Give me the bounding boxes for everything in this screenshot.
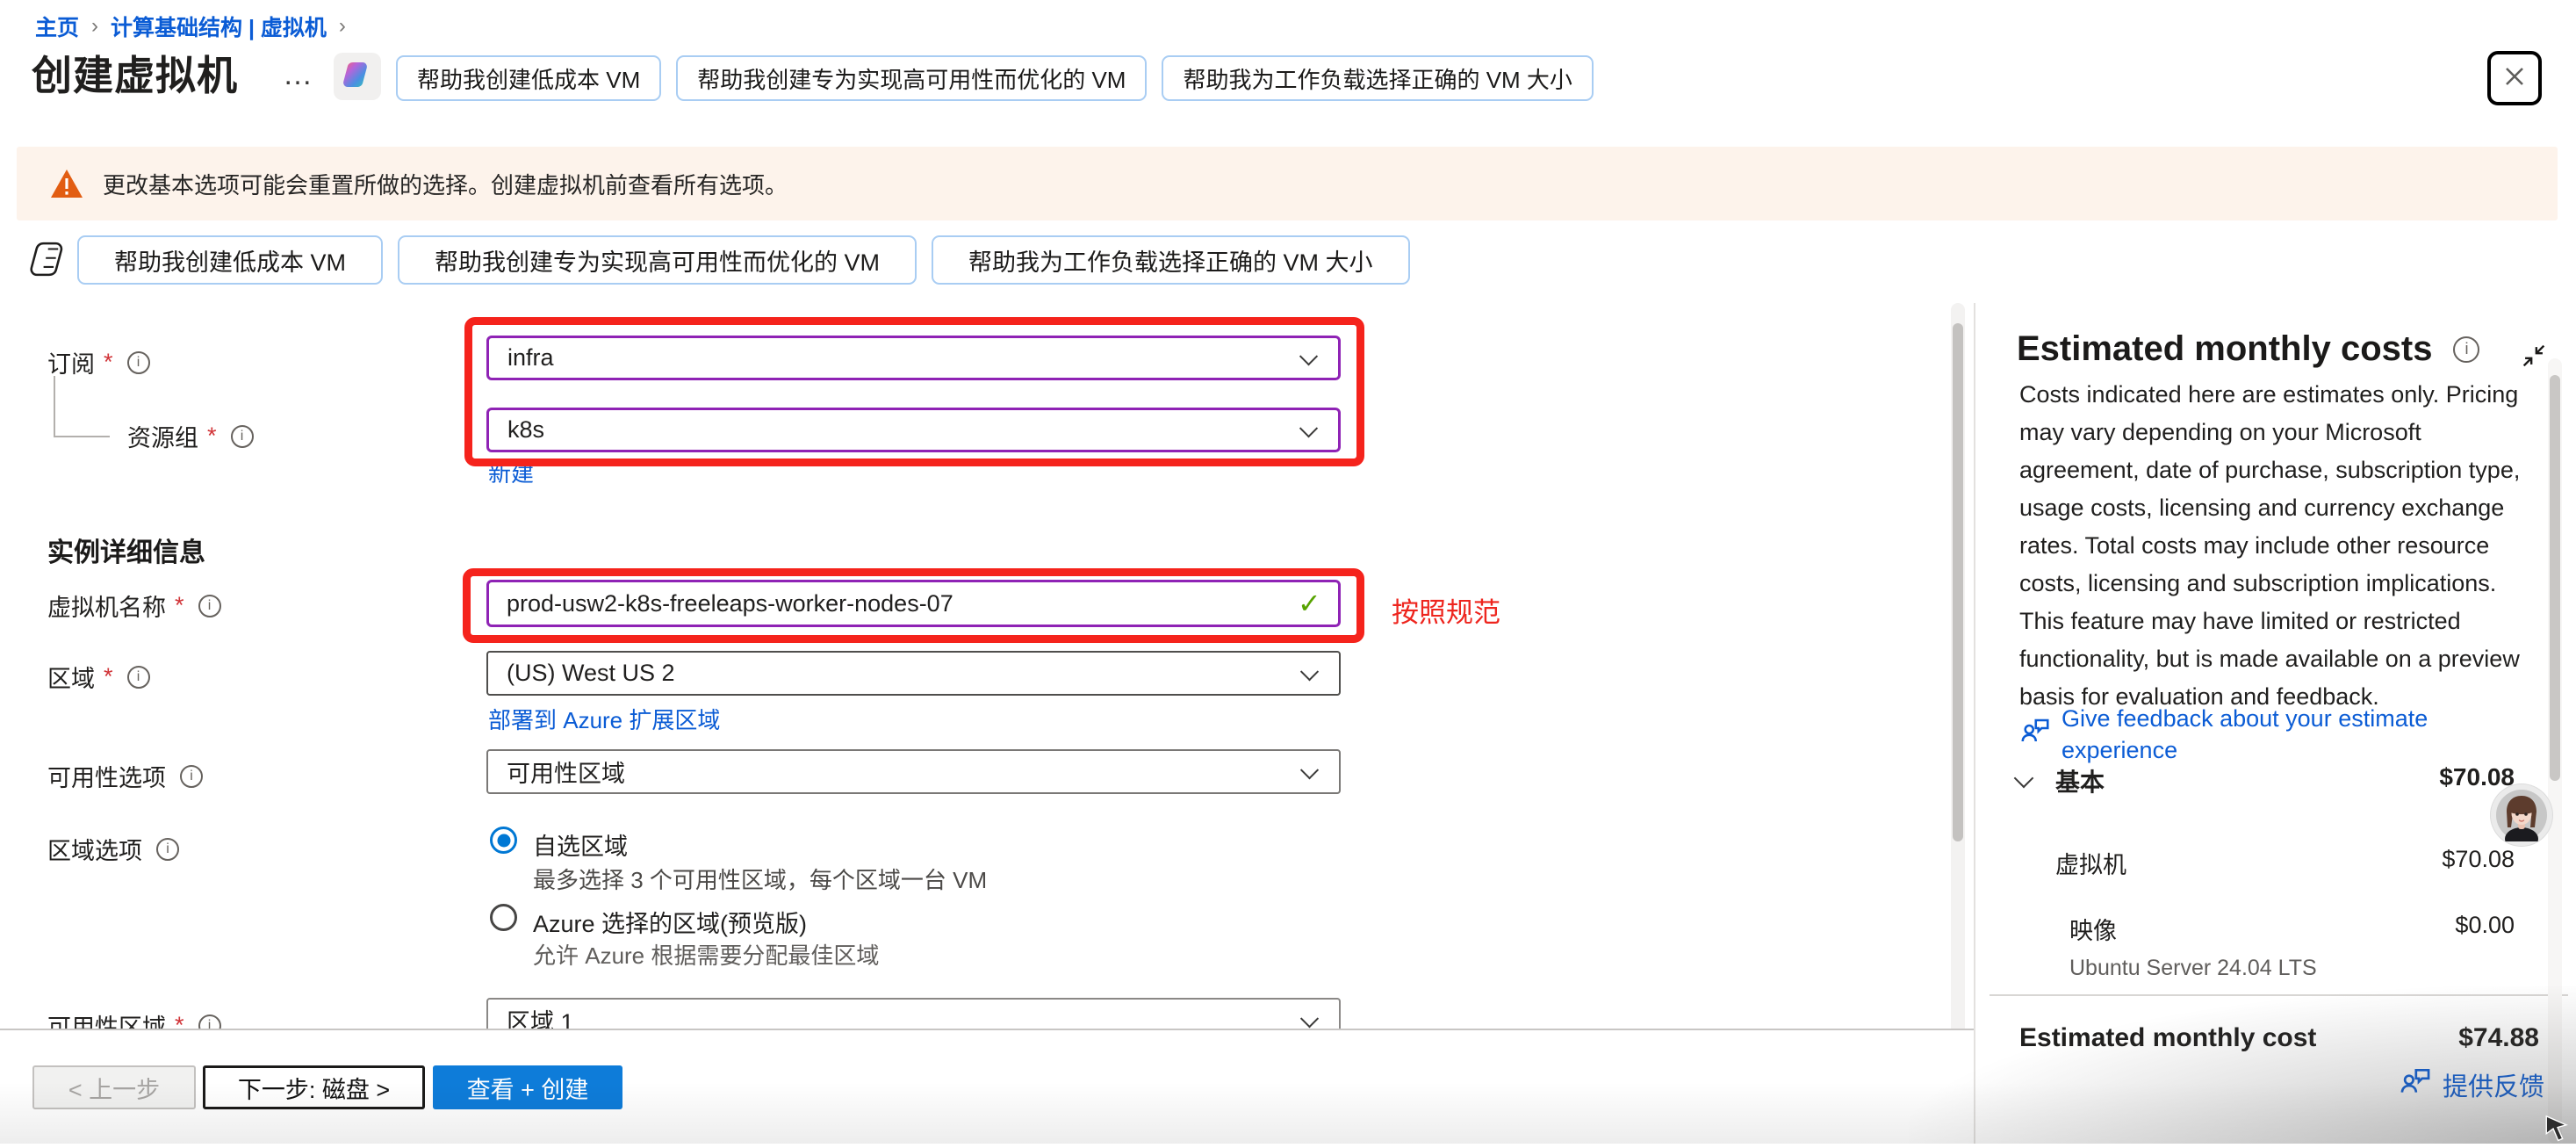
wizard-footer: < 上一步 下一步: 磁盘 > 查看 + 创建	[0, 1029, 1974, 1144]
chevron-down-icon	[1299, 347, 1318, 365]
valid-check-icon: ✓	[1298, 587, 1321, 620]
suggestion-low-cost-vm[interactable]: 帮助我创建低成本 VM	[396, 55, 661, 101]
chevron-down-icon[interactable]	[2014, 769, 2034, 789]
cost-item-vm-value: $70.08	[2442, 846, 2515, 873]
info-icon[interactable]	[2453, 336, 2479, 363]
copilot-suggestions-top: 帮助我创建低成本 VM 帮助我创建专为实现高可用性而优化的 VM 帮助我为工作负…	[396, 55, 1594, 101]
cost-total-label: Estimated monthly cost	[2019, 1023, 2316, 1053]
cost-total-value: $74.88	[2458, 1023, 2539, 1053]
instance-details-section-header: 实例详细信息	[47, 531, 205, 569]
close-button[interactable]	[2487, 51, 2542, 105]
cost-group-basic-label: 基本	[2055, 763, 2105, 798]
suggestion-right-vm-size[interactable]: 帮助我为工作负载选择正确的 VM 大小	[1162, 55, 1593, 101]
breadcrumb-home[interactable]: 主页	[35, 11, 79, 42]
feedback-icon	[2399, 1065, 2432, 1105]
copilot-badge-button[interactable]	[334, 53, 381, 100]
radio-self-selected-zones[interactable]	[490, 827, 517, 854]
zone-options-label: 区域选项	[47, 832, 179, 866]
availability-options-dropdown[interactable]: 可用性区域	[486, 749, 1341, 794]
collapse-panel-icon[interactable]	[2519, 341, 2549, 371]
cost-total-divider	[1990, 994, 2568, 996]
region-dropdown[interactable]: (US) West US 2	[486, 651, 1341, 696]
estimate-feedback-link[interactable]: Give feedback about your estimate experi…	[2019, 703, 2511, 766]
required-asterisk: *	[175, 592, 184, 619]
radio-azure-selected-zones-label: Azure 选择的区域(预览版)	[533, 905, 807, 939]
breadcrumb-separator: ›	[339, 14, 346, 39]
annotation-text-naming-convention: 按照规范	[1392, 590, 1500, 630]
feedback-icon	[2019, 715, 2051, 747]
cost-disclaimer-text: Costs indicated here are estimates only.…	[2019, 376, 2546, 716]
warning-icon	[50, 169, 83, 199]
chevron-down-icon	[1300, 662, 1319, 681]
vm-name-label: 虚拟机名称*	[47, 588, 221, 623]
info-icon[interactable]	[127, 351, 150, 374]
copilot-icon	[342, 59, 373, 95]
give-feedback-link[interactable]: 提供反馈	[2399, 1065, 2544, 1105]
info-icon[interactable]	[127, 666, 150, 689]
mouse-cursor	[2543, 1114, 2572, 1148]
info-icon[interactable]	[180, 765, 203, 788]
tree-connector-line	[54, 376, 110, 437]
radio-azure-selected-zones-desc: 允许 Azure 根据需要分配最佳区域	[533, 938, 879, 971]
page-title: 创建虚拟机	[32, 44, 238, 102]
main-scrollbar-thumb[interactable]	[1953, 323, 1963, 841]
copilot-suggestions-inline: 帮助我创建低成本 VM 帮助我创建专为实现高可用性而优化的 VM 帮助我为工作负…	[77, 235, 1410, 285]
panel-divider	[1974, 303, 1975, 1144]
required-asterisk: *	[207, 422, 217, 450]
region-label: 区域*	[47, 660, 150, 694]
info-icon[interactable]	[156, 838, 179, 861]
suggestion-right-vm-size[interactable]: 帮助我为工作负载选择正确的 VM 大小	[932, 235, 1410, 285]
warning-banner: 更改基本选项可能会重置所做的选择。创建虚拟机前查看所有选项。	[17, 147, 2558, 220]
panel-scrollbar[interactable]	[2548, 358, 2562, 1144]
resource-group-label: 资源组*	[127, 419, 254, 453]
deploy-edge-zone-link[interactable]: 部署到 Azure 扩展区域	[488, 703, 720, 735]
breadcrumb-separator: ›	[91, 14, 98, 39]
radio-azure-selected-zones[interactable]	[490, 904, 517, 931]
presenter-avatar[interactable]	[2491, 784, 2552, 846]
next-disks-button[interactable]: 下一步: 磁盘 >	[203, 1065, 425, 1109]
required-asterisk: *	[104, 349, 113, 376]
breadcrumb-virtual-machines[interactable]: 计算基础结构 | 虚拟机	[111, 11, 327, 42]
suggestion-high-availability-vm[interactable]: 帮助我创建专为实现高可用性而优化的 VM	[398, 235, 917, 285]
review-create-button[interactable]: 查看 + 创建	[433, 1065, 622, 1109]
info-icon[interactable]	[231, 425, 254, 448]
cost-item-vm-label: 虚拟机	[2055, 846, 2126, 880]
cost-panel-title: Estimated monthly costs	[2017, 329, 2432, 369]
previous-button[interactable]: < 上一步	[32, 1065, 196, 1109]
breadcrumb: 主页 › 计算基础结构 | 虚拟机 ›	[35, 11, 346, 42]
more-menu-button[interactable]: …	[283, 58, 315, 92]
required-asterisk: *	[104, 663, 113, 690]
suggestion-low-cost-vm[interactable]: 帮助我创建低成本 VM	[77, 235, 383, 285]
chevron-down-icon	[1300, 761, 1319, 779]
radio-self-selected-zones-desc: 最多选择 3 个可用性区域，每个区域一台 VM	[533, 863, 987, 895]
panel-scrollbar-thumb[interactable]	[2550, 375, 2560, 781]
availability-options-label: 可用性选项	[47, 759, 203, 793]
main-scrollbar[interactable]	[1951, 303, 1965, 1144]
close-icon	[2501, 63, 2528, 94]
chevron-down-icon	[1299, 419, 1318, 437]
subscription-dropdown[interactable]: infra	[486, 336, 1341, 380]
radio-self-selected-zones-label: 自选区域	[533, 827, 628, 862]
resource-group-dropdown[interactable]: k8s	[486, 408, 1341, 452]
create-new-resource-group-link[interactable]: 新建	[488, 456, 534, 488]
copilot-outline-icon	[29, 239, 69, 279]
cost-item-image-sub: Ubuntu Server 24.04 LTS	[2069, 956, 2317, 981]
info-icon[interactable]	[198, 595, 221, 617]
chevron-down-icon	[1300, 1009, 1319, 1028]
subscription-label: 订阅*	[47, 345, 150, 379]
cost-item-image-label: 映像	[2069, 912, 2117, 946]
vm-name-input[interactable]	[486, 580, 1341, 627]
warning-banner-text: 更改基本选项可能会重置所做的选择。创建虚拟机前查看所有选项。	[103, 168, 788, 200]
cost-group-basic-value: $70.08	[2439, 763, 2515, 791]
cost-item-image-value: $0.00	[2455, 912, 2515, 939]
suggestion-high-availability-vm[interactable]: 帮助我创建专为实现高可用性而优化的 VM	[676, 55, 1147, 101]
